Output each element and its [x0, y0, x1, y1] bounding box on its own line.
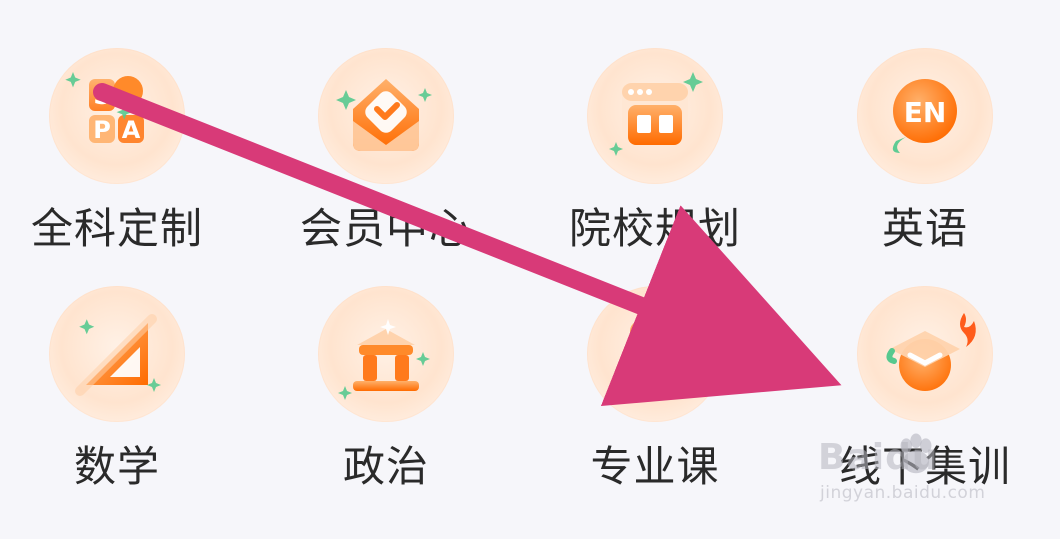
grid-item-huiyuan-zhongxin[interactable]: 会员中心 [276, 48, 496, 268]
grid-item-yuanxiao-guihua[interactable]: 院校规划 [545, 48, 765, 268]
graduation-cap-icon [886, 313, 976, 391]
svg-text:EN: EN [904, 96, 947, 129]
grid-item-label: 专业课 [590, 442, 720, 491]
svg-text:P: P [93, 116, 111, 144]
graduation-cap-icon-container [857, 286, 993, 422]
grid-item-label: 政治 [342, 442, 430, 491]
document-pencil-icon [611, 321, 697, 394]
grid-item-shuxue[interactable]: 数学 [7, 286, 227, 506]
spa-icon-container: S P A [49, 48, 185, 184]
grid-item-label: 会员中心 [299, 204, 473, 253]
triangle-ruler-icon-container [49, 286, 185, 422]
svg-text:A: A [122, 116, 141, 144]
browser-window-icon [609, 72, 703, 156]
spa-icon: S P A [65, 72, 144, 144]
grid-item-yingyu[interactable]: EN 英语 [815, 48, 1035, 268]
en-badge-icon-container: EN [857, 48, 993, 184]
envelope-check-icon [336, 79, 432, 151]
grid-item-zhuanyeke[interactable]: 专业课 [545, 286, 765, 506]
grid-item-quanke-dingzhi[interactable]: S P A 全科定制 [7, 48, 227, 268]
grid-item-label: 英语 [881, 204, 969, 253]
baidu-jingyan-watermark: Baidu jingyan.baidu.com [818, 433, 1008, 515]
grid-item-label: 全科定制 [30, 204, 204, 253]
government-building-icon-container [318, 286, 454, 422]
grid-item-label: 数学 [73, 442, 161, 491]
government-building-icon [338, 319, 430, 400]
grid-item-zhengzhi[interactable]: 政治 [276, 286, 496, 506]
svg-text:S: S [93, 82, 110, 110]
browser-window-icon-container [587, 48, 723, 184]
triangle-ruler-icon [75, 314, 161, 396]
watermark-brand: Baidu [818, 437, 939, 478]
document-pencil-icon-container [587, 286, 723, 422]
watermark-url: jingyan.baidu.com [820, 483, 986, 503]
en-badge-icon: EN [892, 79, 957, 153]
grid-item-label: 院校规划 [568, 204, 742, 253]
envelope-check-icon-container [318, 48, 454, 184]
